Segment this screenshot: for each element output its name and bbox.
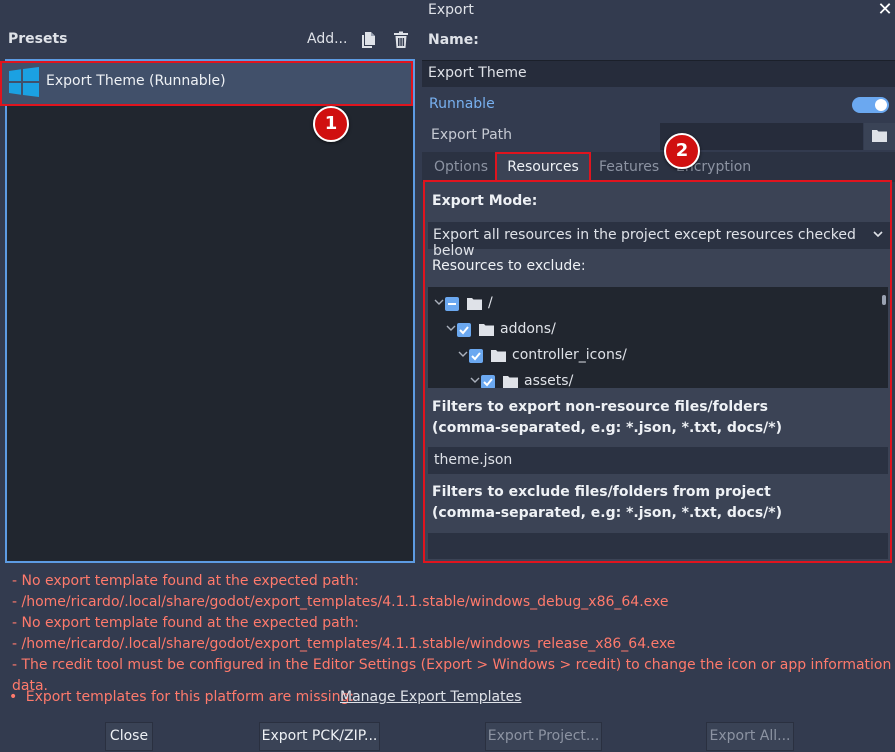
- name-label: Name:: [428, 32, 479, 48]
- chevron-down-icon[interactable]: [470, 375, 480, 388]
- tab-options[interactable]: Options: [434, 159, 488, 175]
- export-mode-select[interactable]: Export all resources in the project exce…: [428, 222, 890, 259]
- checked-checkbox[interactable]: [469, 349, 483, 363]
- windows-logo-icon: [8, 66, 40, 98]
- include-filters-input[interactable]: theme.json: [428, 447, 888, 474]
- error-line: - /home/ricardo/.local/share/godot/expor…: [12, 636, 676, 652]
- partial-checkbox[interactable]: [445, 297, 459, 311]
- include-filters-hint: (comma-separated, e.g: *.json, *.txt, do…: [432, 420, 783, 436]
- export-pck-button[interactable]: Export PCK/ZIP...: [259, 722, 380, 751]
- close-icon[interactable]: ✕: [876, 0, 894, 20]
- export-all-button[interactable]: Export All...: [706, 722, 794, 751]
- warning-bullet: •: [9, 689, 18, 705]
- tree-scrollbar[interactable]: [882, 295, 886, 305]
- checked-checkbox[interactable]: [481, 375, 495, 389]
- checked-checkbox[interactable]: [457, 323, 471, 337]
- export-mode-label: Export Mode:: [432, 193, 538, 209]
- folder-icon: [872, 130, 887, 142]
- error-line: - /home/ricardo/.local/share/godot/expor…: [12, 594, 669, 610]
- chevron-down-icon[interactable]: [434, 297, 444, 310]
- include-filters-label-line: Filters to export non-resource files/fol…: [432, 399, 768, 415]
- callout-badge: 1: [313, 106, 349, 142]
- include-filters-label: Filters to export non-resource files/fol…: [432, 397, 782, 439]
- tree-item-label: controller_icons/: [512, 347, 627, 363]
- tab-resources[interactable]: Resources: [495, 152, 591, 181]
- callout-badge: 2: [664, 133, 700, 169]
- name-input[interactable]: Export Theme: [422, 60, 895, 87]
- warning-text: Export templates for this platform are m…: [25, 689, 355, 705]
- folder-icon: [467, 298, 482, 314]
- window-title: Export: [428, 2, 474, 18]
- exclude-filters-label-line: Filters to exclude files/folders from pr…: [432, 484, 771, 500]
- duplicate-icon[interactable]: [360, 31, 376, 49]
- exclude-label: Resources to exclude:: [432, 258, 586, 274]
- runnable-toggle[interactable]: [852, 97, 889, 113]
- preset-item-label: Export Theme (Runnable): [46, 73, 226, 89]
- error-line: - No export template found at the expect…: [12, 615, 359, 631]
- runnable-label: Runnable: [429, 96, 495, 112]
- error-list: - No export template found at the expect…: [12, 571, 895, 697]
- exclude-filters-hint: (comma-separated, e.g: *.json, *.txt, do…: [432, 505, 783, 521]
- folder-icon: [479, 324, 494, 340]
- add-preset-button[interactable]: Add...: [307, 31, 347, 47]
- resource-tree[interactable]: [428, 287, 888, 388]
- error-line: - No export template found at the expect…: [12, 573, 359, 589]
- preset-list[interactable]: [5, 59, 415, 563]
- tree-clip: [428, 388, 888, 394]
- tree-item-label: /: [488, 295, 493, 311]
- tab-features[interactable]: Features: [599, 159, 659, 175]
- close-button[interactable]: Close: [105, 722, 153, 751]
- exclude-filters-input[interactable]: [428, 533, 888, 559]
- chevron-down-icon[interactable]: [458, 349, 468, 362]
- tree-item-label: assets/: [524, 373, 574, 389]
- chevron-down-icon: [873, 227, 883, 241]
- presets-label: Presets: [8, 31, 68, 47]
- trash-icon[interactable]: [392, 31, 410, 49]
- folder-icon: [491, 350, 506, 366]
- chevron-down-icon[interactable]: [446, 323, 456, 336]
- manage-export-templates-link[interactable]: Manage Export Templates: [340, 689, 522, 705]
- export-project-button[interactable]: Export Project...: [485, 722, 602, 751]
- missing-templates-warning: • Export templates for this platform are…: [9, 689, 354, 705]
- browse-folder-button[interactable]: [864, 123, 895, 150]
- exclude-filters-label: Filters to exclude files/folders from pr…: [432, 482, 782, 524]
- export-path-label: Export Path: [431, 127, 513, 143]
- tree-item-label: addons/: [500, 321, 556, 337]
